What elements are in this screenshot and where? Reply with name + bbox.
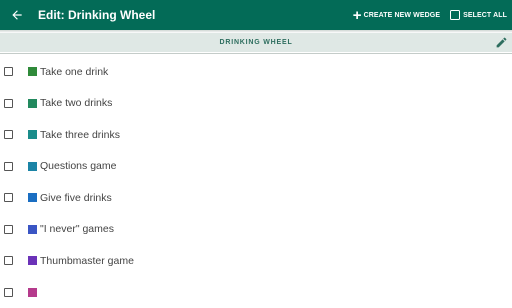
- wedge-color-swatch: [28, 162, 37, 171]
- wedge-color-swatch: [28, 288, 37, 297]
- wedge-color-swatch: [28, 99, 37, 108]
- select-all-button[interactable]: SELECT ALL: [450, 10, 507, 20]
- create-new-wedge-label: CREATE NEW WEDGE: [364, 12, 441, 19]
- wedge-checkbox[interactable]: [4, 162, 13, 171]
- wedge-row[interactable]: [0, 277, 512, 308]
- wedge-color-swatch: [28, 67, 37, 76]
- wedge-label: Take one drink: [40, 66, 108, 78]
- wedge-label: Take three drinks: [40, 129, 120, 141]
- divider: [0, 53, 512, 54]
- select-all-label: SELECT ALL: [463, 12, 507, 19]
- page-title: Edit: Drinking Wheel: [38, 8, 155, 22]
- app-bar: Edit: Drinking Wheel + CREATE NEW WEDGE …: [0, 0, 512, 30]
- wedge-color-swatch: [28, 130, 37, 139]
- wheel-name-bar: DRINKING WHEEL: [0, 33, 512, 52]
- wedge-checkbox[interactable]: [4, 193, 13, 202]
- wedge-checkbox[interactable]: [4, 67, 13, 76]
- wedge-row[interactable]: Take one drink: [0, 56, 512, 88]
- wedge-row[interactable]: Take two drinks: [0, 88, 512, 120]
- wedge-row[interactable]: Take three drinks: [0, 119, 512, 151]
- wedge-color-swatch: [28, 225, 37, 234]
- checkbox-icon: [450, 10, 460, 20]
- wedge-checkbox[interactable]: [4, 130, 13, 139]
- wedge-color-swatch: [28, 193, 37, 202]
- wedge-checkbox[interactable]: [4, 256, 13, 265]
- wedge-row[interactable]: Questions game: [0, 151, 512, 183]
- wedge-row[interactable]: Give five drinks: [0, 182, 512, 214]
- plus-icon: +: [353, 8, 362, 23]
- wedge-checkbox[interactable]: [4, 288, 13, 297]
- wedge-color-swatch: [28, 256, 37, 265]
- wedge-label: "I never" games: [40, 223, 114, 235]
- arrow-left-icon: [10, 8, 24, 22]
- wedge-label: Take two drinks: [40, 97, 112, 109]
- wedge-row[interactable]: "I never" games: [0, 214, 512, 246]
- wedge-checkbox[interactable]: [4, 225, 13, 234]
- wedge-checkbox[interactable]: [4, 99, 13, 108]
- wedge-label: Thumbmaster game: [40, 255, 134, 267]
- wedge-label: Questions game: [40, 160, 116, 172]
- pencil-icon[interactable]: [495, 36, 508, 49]
- wheel-name: DRINKING WHEEL: [219, 39, 292, 46]
- create-new-wedge-button[interactable]: + CREATE NEW WEDGE: [353, 8, 440, 23]
- wedge-list: Take one drink Take two drinks Take three …: [0, 56, 512, 308]
- wedge-label: Give five drinks: [40, 192, 112, 204]
- wedge-row[interactable]: Thumbmaster game: [0, 245, 512, 277]
- back-button[interactable]: [2, 0, 32, 30]
